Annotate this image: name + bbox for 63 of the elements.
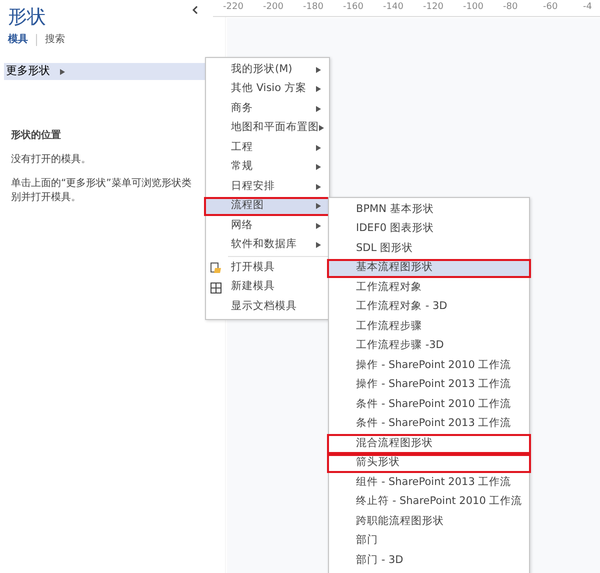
- ruler-label: -200: [263, 1, 284, 14]
- menu-item[interactable]: 显示文档模具: [206, 297, 329, 316]
- ruler-label: -100: [463, 1, 484, 14]
- menu-item[interactable]: 日程安排: [206, 177, 329, 196]
- ruler-label: -180: [303, 1, 324, 14]
- ruler-label: -60: [543, 1, 558, 14]
- menu-item[interactable]: 其他 Visio 方案: [206, 80, 329, 99]
- caret-icon: [316, 203, 321, 210]
- menu-item[interactable]: 我的形状(M): [206, 60, 329, 80]
- ruler-label: -80: [503, 1, 518, 14]
- caret-icon: [316, 242, 321, 248]
- menu-item[interactable]: IDEF0 图表形状: [329, 220, 529, 239]
- panel-title: 形状: [8, 5, 46, 30]
- menu-item[interactable]: 跨职能流程图形状: [329, 512, 529, 532]
- menu-item[interactable]: 部门: [329, 532, 529, 551]
- menu-item[interactable]: 基本流程图形状: [329, 258, 529, 278]
- menu-item[interactable]: 网络: [206, 216, 329, 236]
- menu-item[interactable]: 打开模具: [206, 258, 329, 278]
- ruler-label: -220: [223, 1, 244, 14]
- menu-item[interactable]: 混合流程图形状: [329, 434, 529, 454]
- caret-icon: [316, 164, 321, 170]
- menu-item[interactable]: 流程图: [206, 196, 329, 216]
- caret-icon: [316, 222, 321, 229]
- menu-item[interactable]: 操作 - SharePoint 2010 工作流: [329, 356, 529, 376]
- menu-item[interactable]: 操作 - SharePoint 2013 工作流: [329, 376, 529, 395]
- menu-item[interactable]: 箭头形状: [329, 454, 529, 473]
- caret-icon: [316, 106, 321, 112]
- ruler-label: -4: [583, 1, 592, 14]
- menu-item[interactable]: 工程: [206, 138, 329, 158]
- caret-icon: [316, 86, 321, 92]
- menu-item[interactable]: 工作流程对象: [329, 278, 529, 298]
- caret-icon: [316, 144, 321, 151]
- menu-item[interactable]: 终止符 - SharePoint 2010 工作流: [329, 492, 529, 512]
- more-shapes-button[interactable]: 更多形状: [4, 63, 205, 80]
- menu-item[interactable]: 条件 - SharePoint 2010 工作流: [329, 395, 529, 414]
- menu-item[interactable]: 组件 - SharePoint 2013 工作流: [329, 473, 529, 492]
- collapse-icon[interactable]: [192, 6, 198, 14]
- menu-item[interactable]: BPMN 基本形状: [329, 200, 529, 220]
- folder-icon: [210, 262, 222, 274]
- menu-item[interactable]: 工作流程步骤: [329, 317, 529, 336]
- hint-text: 单击上面的“更多形状”菜单可浏览形状类别并打开模具。: [11, 177, 192, 205]
- ruler-label: -120: [423, 1, 444, 14]
- section-title: 形状的位置: [11, 128, 62, 143]
- menu-item[interactable]: 软件和数据库: [206, 236, 329, 255]
- menu-item[interactable]: 商务: [206, 99, 329, 118]
- caret-icon: [319, 125, 324, 132]
- ruler-label: -160: [343, 1, 364, 14]
- menu-item[interactable]: SDL 图形状: [329, 239, 529, 258]
- caret-icon: [316, 184, 321, 190]
- menu-item[interactable]: 常规: [206, 158, 329, 177]
- panel-tab[interactable]: 模具: [8, 32, 28, 47]
- caret-icon: [316, 66, 321, 73]
- menu-item[interactable]: 工作流程对象 - 3D: [329, 298, 529, 317]
- menu-item[interactable]: 新建模具: [206, 278, 329, 297]
- menu-item[interactable]: 部门 - 3D: [329, 551, 529, 570]
- empty-message: 没有打开的模具。: [11, 153, 92, 167]
- caret-icon: [60, 68, 65, 74]
- ruler-label: -140: [383, 1, 404, 14]
- menu-item[interactable]: 条件 - SharePoint 2013 工作流: [329, 414, 529, 434]
- grid-icon: [210, 282, 222, 294]
- panel-tab[interactable]: 搜索: [45, 32, 65, 47]
- menu-item[interactable]: 工作流程步骤 -3D: [329, 336, 529, 356]
- menu-item[interactable]: 地图和平面布置图: [206, 118, 329, 138]
